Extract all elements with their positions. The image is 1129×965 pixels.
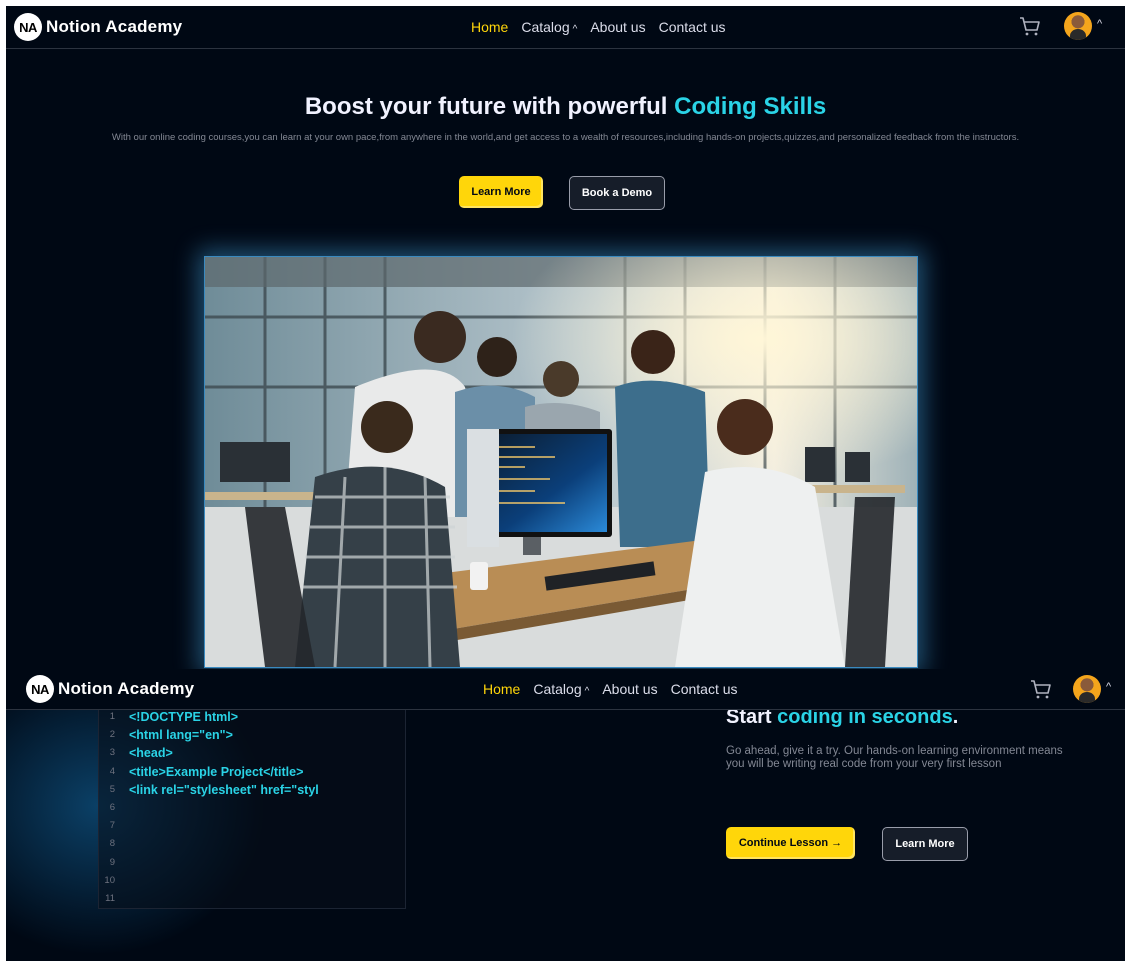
code-text: <html lang="en">: [129, 728, 233, 743]
hero-title-prefix: Boost your future with powerful: [304, 93, 675, 120]
hero-image: [204, 256, 918, 668]
code-line: 10: [99, 874, 129, 892]
chevron-up-icon[interactable]: ^: [1097, 18, 1102, 30]
line-number: 9: [109, 856, 115, 868]
nav-link-catalog-label: Catalog: [533, 681, 582, 697]
code-line: 1 <!DOCTYPE html>: [99, 710, 238, 728]
code-editor: 1 <!DOCTYPE html> 2 <html lang="en"> 3 <head>…: [98, 686, 406, 909]
code-text: <!DOCTYPE html>: [129, 710, 239, 724]
chevron-up-icon: ^: [572, 24, 578, 35]
nav-link-contact[interactable]: Contact us: [671, 681, 738, 697]
code-line: 7: [99, 819, 129, 837]
logo[interactable]: NA Notion Academy: [14, 13, 182, 41]
nav-link-catalog-label: Catalog: [521, 19, 570, 35]
navbar: NA Notion Academy Home Catalog ^ About us…: [6, 6, 1125, 49]
line-number: 10: [104, 874, 115, 886]
logo[interactable]: NA Notion Academy: [26, 675, 194, 703]
nav-link-home[interactable]: Home: [483, 681, 520, 697]
page: NA Notion Academy Home Catalog ^ About us…: [6, 6, 1125, 961]
line-number: 5: [109, 783, 115, 795]
line-number: 8: [109, 838, 115, 850]
avatar[interactable]: [1073, 675, 1101, 703]
code-text: <head>: [129, 746, 173, 761]
code-text: <title>Example Project</title>: [129, 764, 304, 779]
code-line: 9: [99, 856, 129, 874]
section-description: Go ahead, give it a try. Our hands-on le…: [726, 745, 1063, 770]
chevron-up-icon[interactable]: ^: [1106, 681, 1111, 693]
navbar-sticky: NA Notion Academy Home Catalog ^ About us…: [6, 669, 1125, 710]
code-line: 11: [99, 892, 129, 910]
logo-badge: NA: [14, 13, 42, 41]
logo-text: Notion Academy: [46, 17, 183, 36]
nav-links: Home Catalog ^ About us Contact us: [483, 681, 738, 697]
logo-badge: NA: [26, 675, 54, 703]
nav-link-catalog[interactable]: Catalog ^: [533, 681, 589, 697]
cart-icon[interactable]: [1029, 678, 1053, 700]
avatar[interactable]: [1064, 12, 1092, 40]
line-number: 1: [109, 711, 115, 722]
code-line: 6: [99, 801, 129, 819]
line-number: 2: [109, 729, 115, 741]
hero-title: Boost your future with powerful Coding S…: [6, 93, 1125, 121]
line-number: 3: [109, 747, 115, 759]
code-line: 8: [99, 837, 129, 855]
book-demo-button[interactable]: Book a Demo: [569, 176, 665, 210]
logo-text: Notion Academy: [58, 679, 195, 698]
line-number: 11: [105, 893, 115, 904]
nav-link-about[interactable]: About us: [602, 681, 657, 697]
chevron-up-icon: ^: [584, 686, 590, 697]
code-line: 3 <head>: [99, 746, 173, 764]
nav-link-home[interactable]: Home: [471, 19, 508, 35]
line-number: 7: [109, 820, 115, 832]
team-coding-illustration: [205, 257, 917, 667]
code-line: 2 <html lang="en">: [99, 728, 233, 746]
learn-more-button[interactable]: Learn More: [459, 176, 543, 208]
code-text: <link rel="stylesheet" href="styl: [129, 782, 319, 797]
hero-subtitle: With our online coding courses,you can l…: [111, 132, 1020, 143]
nav-link-contact[interactable]: Contact us: [659, 19, 726, 35]
code-line: 4 <title>Example Project</title>: [99, 764, 304, 783]
learn-more-button-secondary[interactable]: Learn More: [882, 827, 968, 861]
hero-title-highlight: Coding Skills: [674, 93, 827, 120]
line-number: 6: [109, 802, 115, 813]
code-line: 5 <link rel="stylesheet" href="styl: [99, 783, 319, 801]
nav-link-about[interactable]: About us: [590, 19, 645, 35]
cart-icon[interactable]: [1018, 15, 1042, 37]
continue-lesson-button[interactable]: Continue Lesson →: [726, 827, 855, 859]
nav-link-catalog[interactable]: Catalog ^: [521, 19, 577, 35]
line-number: 4: [109, 765, 115, 777]
nav-links: Home Catalog ^ About us Contact us: [471, 19, 726, 35]
